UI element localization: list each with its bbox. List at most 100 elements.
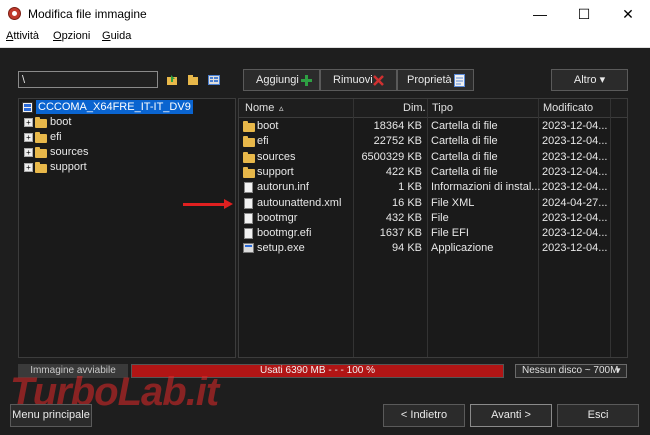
menu-guida[interactable]: Guida — [102, 30, 131, 42]
file-size: 16 KB — [392, 196, 422, 209]
file-type: Applicazione — [431, 242, 494, 255]
file-type: File — [431, 211, 449, 224]
tree-item-label: boot — [50, 116, 72, 128]
properties-icon — [454, 74, 465, 87]
file-modified: 2023-12-04... — [542, 150, 608, 163]
remove-button[interactable]: Rimuovi — [320, 69, 397, 91]
file-size: 94 KB — [392, 242, 422, 255]
annotation-arrow — [183, 203, 227, 206]
file-type: Cartella di file — [431, 165, 498, 178]
tree-root-label: CCCOMA_X64FRE_IT-IT_DV9 — [36, 100, 193, 114]
file-row[interactable]: boot 18364 KB Cartella di file 2023-12-0… — [239, 119, 627, 134]
bootable-image-label: Immagine avviabile — [18, 364, 128, 378]
file-modified: 2023-12-04... — [542, 165, 608, 178]
expand-icon[interactable]: + — [24, 163, 33, 172]
file-modified: 2023-12-04... — [542, 211, 608, 224]
new-folder-icon[interactable] — [187, 74, 199, 86]
main-menu-button[interactable]: Menu principale — [10, 404, 92, 427]
disc-image-icon — [22, 102, 33, 113]
folder-icon — [243, 121, 255, 132]
file-name: support — [257, 165, 294, 178]
file-row[interactable]: efi 22752 KB Cartella di file 2023-12-04… — [239, 134, 627, 149]
file-list-header: Nome ▵ Dim. Tipo Modificato — [239, 99, 627, 357]
file-row[interactable]: autorun.inf 1 KB Informazioni di instal.… — [239, 180, 627, 195]
file-size: 432 KB — [385, 211, 422, 224]
file-type: Cartella di file — [431, 150, 498, 163]
disk-size-value: Nessun disco ~ 700M — [522, 365, 619, 376]
tree-item-label: efi — [50, 131, 62, 143]
file-type: Cartella di file — [431, 120, 498, 132]
file-size: 422 KB — [385, 165, 422, 178]
add-button[interactable]: Aggiungi — [243, 69, 320, 91]
file-row[interactable]: bootmgr.efi 1637 KB File EFI 2023-12-04.… — [239, 226, 627, 241]
file-name: boot — [257, 120, 279, 132]
expand-icon[interactable]: + — [24, 118, 33, 127]
minimize-button[interactable]: — — [518, 0, 562, 28]
file-row[interactable]: support 422 KB Cartella di file 2023-12-… — [239, 165, 627, 180]
file-row[interactable]: sources 6500329 KB Cartella di file 2023… — [239, 150, 627, 165]
exit-button[interactable]: Esci — [557, 404, 639, 427]
window-title: Modifica file immagine — [28, 7, 147, 21]
file-modified: 2023-12-04... — [542, 135, 608, 148]
menu-bar: Attività Opzioni Guida — [0, 28, 650, 48]
main-panel: Aggiungi Rimuovi Proprietà Altro ▾ CCCOM… — [0, 48, 650, 435]
file-row[interactable]: setup.exe 94 KB Applicazione 2023-12-04.… — [239, 241, 627, 256]
add-button-label: Aggiungi — [256, 74, 299, 86]
file-name: bootmgr.efi — [257, 227, 312, 240]
folder-icon — [243, 166, 255, 178]
tree-item-label: sources — [50, 146, 89, 158]
file-row[interactable]: autounattend.xml 16 KB File XML 2024-04-… — [239, 196, 627, 211]
file-type: File XML — [431, 196, 475, 209]
file-size: 18364 KB — [373, 120, 422, 132]
file-icon — [244, 228, 253, 240]
go-up-folder-icon[interactable] — [166, 74, 178, 86]
file-name: bootmgr — [257, 211, 298, 224]
expand-icon[interactable]: + — [24, 148, 33, 157]
tree-item-label: support — [50, 161, 87, 173]
folder-icon — [35, 117, 47, 128]
close-button[interactable]: ✕ — [606, 0, 650, 28]
disk-usage-bar: Usati 6390 MB - - - 100 % — [131, 364, 504, 378]
file-size: 6500329 KB — [361, 150, 422, 163]
file-icon — [244, 212, 253, 224]
file-name: setup.exe — [257, 242, 305, 255]
folder-tree: CCCOMA_X64FRE_IT-IT_DV9 + boot + efi + s… — [18, 98, 236, 358]
file-size: 1637 KB — [379, 227, 422, 240]
sort-ascending-icon: ▵ — [279, 103, 284, 113]
remove-x-icon — [373, 75, 384, 86]
file-icon — [244, 197, 253, 209]
folder-icon — [35, 132, 47, 143]
properties-button[interactable]: Proprietà — [397, 69, 474, 91]
file-modified: 2023-12-04... — [542, 120, 608, 132]
next-button[interactable]: Avanti > — [470, 404, 552, 427]
file-modified: 2023-12-04... — [542, 242, 608, 255]
disk-size-select[interactable]: Nessun disco ~ 700M ▼ — [515, 364, 627, 378]
file-modified: 2023-12-04... — [542, 227, 608, 240]
properties-button-label: Proprietà — [407, 74, 452, 86]
path-input[interactable] — [18, 71, 158, 88]
back-button[interactable]: < Indietro — [383, 404, 465, 427]
menu-opzioni[interactable]: Opzioni — [53, 30, 90, 42]
menu-attivita[interactable]: Attività — [6, 30, 39, 42]
file-modified: 2023-12-04... — [542, 181, 608, 194]
file-size: 1 KB — [398, 181, 422, 194]
folder-icon — [243, 151, 255, 163]
column-size[interactable]: Dim. — [403, 102, 426, 114]
file-name: autorun.inf — [257, 181, 309, 194]
column-name[interactable]: Nome — [245, 102, 274, 114]
disk-usage-text: Usati 6390 MB - - - 100 % — [259, 365, 376, 376]
other-dropdown-button[interactable]: Altro ▾ — [551, 69, 628, 91]
file-name: sources — [257, 150, 296, 163]
maximize-button[interactable]: ☐ — [562, 0, 606, 28]
folder-icon — [243, 136, 255, 148]
file-size: 22752 KB — [373, 135, 422, 148]
expand-icon[interactable]: + — [24, 133, 33, 142]
file-list: Nome ▵ Dim. Tipo Modificato boot 18364 K… — [238, 98, 628, 358]
folder-icon — [35, 147, 47, 158]
remove-button-label: Rimuovi — [333, 74, 373, 86]
file-row[interactable]: bootmgr 432 KB File 2023-12-04... — [239, 211, 627, 226]
column-type[interactable]: Tipo — [432, 102, 453, 114]
view-details-icon[interactable] — [208, 74, 220, 86]
file-icon — [244, 182, 253, 194]
column-modified[interactable]: Modificato — [543, 102, 593, 114]
